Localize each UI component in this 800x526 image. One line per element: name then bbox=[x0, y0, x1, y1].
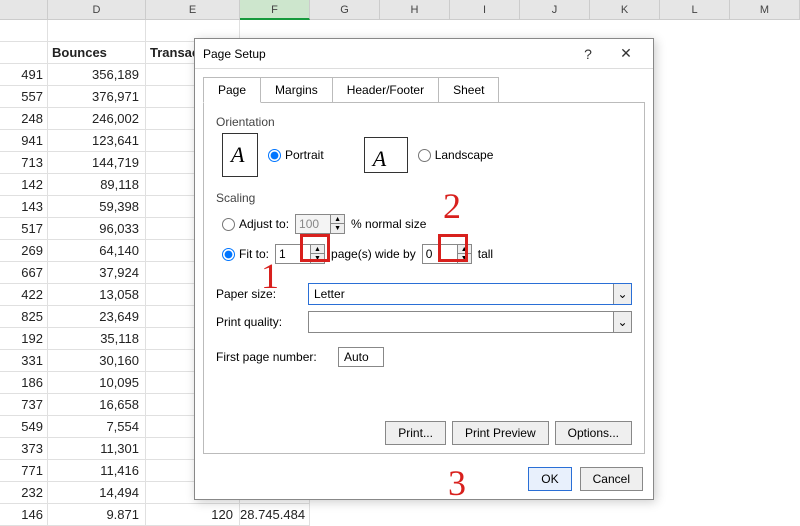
landscape-radio[interactable]: Landscape bbox=[418, 148, 494, 162]
page-tab-panel: Orientation Portrait Landscape Scaling A… bbox=[203, 102, 645, 454]
portrait-radio-input[interactable] bbox=[268, 149, 281, 162]
spinner-up-icon[interactable]: ▲ bbox=[330, 215, 344, 224]
column-header[interactable]: D bbox=[48, 0, 146, 20]
paper-size-row: Paper size: Letter ⌄ bbox=[216, 283, 632, 305]
scaling-label: Scaling bbox=[216, 191, 632, 205]
landscape-icon bbox=[364, 137, 408, 173]
column-header[interactable]: K bbox=[590, 0, 660, 20]
fit-wide-input[interactable] bbox=[276, 245, 310, 263]
paper-size-dropdown[interactable]: Letter ⌄ bbox=[308, 283, 632, 305]
column-header[interactable]: J bbox=[520, 0, 590, 20]
table-row[interactable]: 1469.87112028.745.484 bbox=[0, 504, 800, 526]
column-header[interactable]: M bbox=[730, 0, 800, 20]
first-page-input[interactable]: Auto bbox=[338, 347, 384, 367]
header-bounces[interactable]: Bounces bbox=[48, 42, 146, 64]
adjust-to-label: Adjust to: bbox=[239, 217, 289, 231]
help-icon[interactable]: ? bbox=[569, 46, 607, 62]
print-quality-row: Print quality: ⌄ bbox=[216, 311, 632, 333]
dialog-titlebar: Page Setup ? ✕ bbox=[195, 39, 653, 69]
adjust-to-radio[interactable]: Adjust to: bbox=[222, 217, 289, 231]
fit-wide-spinner[interactable]: ▲▼ bbox=[275, 244, 325, 264]
tab-margins[interactable]: Margins bbox=[260, 77, 333, 103]
tab-header-footer[interactable]: Header/Footer bbox=[332, 77, 439, 103]
print-preview-button[interactable]: Print Preview bbox=[452, 421, 549, 445]
spinner-down-icon[interactable]: ▼ bbox=[330, 224, 344, 233]
print-quality-label: Print quality: bbox=[216, 315, 300, 329]
column-header[interactable]: L bbox=[660, 0, 730, 20]
scaling-group: Adjust to: ▲▼ % normal size Fit to: ▲▼ p… bbox=[222, 209, 632, 269]
dialog-tabs: PageMarginsHeader/FooterSheet bbox=[195, 69, 653, 103]
portrait-icon bbox=[222, 133, 258, 177]
cancel-button[interactable]: Cancel bbox=[580, 467, 643, 491]
adjust-to-suffix: % normal size bbox=[351, 217, 426, 231]
paper-size-value: Letter bbox=[309, 284, 613, 304]
column-header[interactable]: E bbox=[146, 0, 240, 20]
spinner-down-icon[interactable]: ▼ bbox=[457, 254, 471, 263]
landscape-radio-label: Landscape bbox=[435, 148, 494, 162]
column-header[interactable]: G bbox=[310, 0, 380, 20]
portrait-radio-label: Portrait bbox=[285, 148, 324, 162]
orientation-group: Portrait Landscape bbox=[222, 133, 632, 177]
tab-sheet[interactable]: Sheet bbox=[438, 77, 499, 103]
fit-to-radio-input[interactable] bbox=[222, 248, 235, 261]
print-button[interactable]: Print... bbox=[385, 421, 446, 445]
first-page-row: First page number: Auto bbox=[216, 347, 632, 367]
print-quality-value bbox=[309, 312, 613, 332]
chevron-down-icon[interactable]: ⌄ bbox=[613, 312, 631, 332]
fit-wide-suffix: page(s) wide by bbox=[331, 247, 416, 261]
fit-tall-input[interactable] bbox=[423, 245, 457, 263]
chevron-down-icon[interactable]: ⌄ bbox=[613, 284, 631, 304]
panel-buttons: Print... Print Preview Options... bbox=[385, 421, 632, 445]
page-setup-dialog: Page Setup ? ✕ PageMarginsHeader/FooterS… bbox=[194, 38, 654, 500]
fit-to-radio[interactable]: Fit to: bbox=[222, 247, 269, 261]
column-header[interactable]: I bbox=[450, 0, 520, 20]
orientation-label: Orientation bbox=[216, 115, 632, 129]
adjust-to-spinner[interactable]: ▲▼ bbox=[295, 214, 345, 234]
fit-tall-spinner[interactable]: ▲▼ bbox=[422, 244, 472, 264]
portrait-radio[interactable]: Portrait bbox=[268, 148, 324, 162]
column-header[interactable]: F bbox=[240, 0, 310, 20]
landscape-radio-input[interactable] bbox=[418, 149, 431, 162]
fit-tall-suffix: tall bbox=[478, 247, 493, 261]
callout-number-3: 3 bbox=[448, 462, 466, 504]
adjust-to-radio-input[interactable] bbox=[222, 218, 235, 231]
dialog-title: Page Setup bbox=[203, 47, 569, 61]
fit-to-label: Fit to: bbox=[239, 247, 269, 261]
spinner-up-icon[interactable]: ▲ bbox=[457, 245, 471, 254]
close-icon[interactable]: ✕ bbox=[607, 45, 645, 62]
paper-size-label: Paper size: bbox=[216, 287, 300, 301]
first-page-label: First page number: bbox=[216, 350, 330, 364]
print-quality-dropdown[interactable]: ⌄ bbox=[308, 311, 632, 333]
spinner-down-icon[interactable]: ▼ bbox=[310, 254, 324, 263]
ok-button[interactable]: OK bbox=[528, 467, 571, 491]
spinner-up-icon[interactable]: ▲ bbox=[310, 245, 324, 254]
adjust-to-input[interactable] bbox=[296, 215, 330, 233]
tab-page[interactable]: Page bbox=[203, 77, 261, 103]
dialog-footer: OK Cancel bbox=[528, 467, 643, 491]
options-button[interactable]: Options... bbox=[555, 421, 632, 445]
column-header[interactable]: H bbox=[380, 0, 450, 20]
